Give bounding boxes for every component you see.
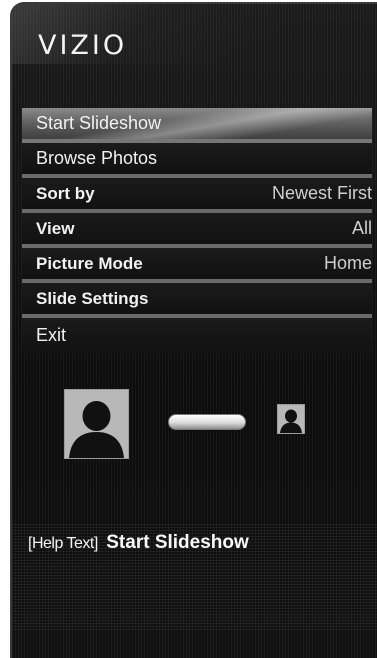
- menu-item-exit[interactable]: Exit: [22, 318, 372, 353]
- menu-item-label: Sort by: [36, 183, 95, 203]
- menu-item-label: Browse Photos: [36, 148, 158, 168]
- menu-item-label: Slide Settings: [36, 288, 149, 308]
- photo-thumbnail-large[interactable]: [64, 389, 129, 459]
- menu-item-browse-photos[interactable]: Browse Photos: [22, 143, 372, 178]
- menu-item-start-slideshow[interactable]: Start Slideshow: [22, 108, 372, 143]
- help-text-prefix: [Help Text]: [28, 535, 98, 552]
- menu-item-picture-mode[interactable]: Picture Mode Home: [22, 248, 372, 283]
- brand-logo: VIZIO: [38, 30, 128, 61]
- photo-thumbnail-small[interactable]: [277, 404, 305, 434]
- photo-menu-panel: VIZIO Start Slideshow Browse Photos Sort…: [10, 2, 377, 658]
- help-text-area: [Help Text] Start Slideshow: [12, 524, 377, 630]
- photo-menu: Start Slideshow Browse Photos Sort by Ne…: [22, 108, 372, 353]
- menu-item-label: Start Slideshow: [36, 113, 162, 133]
- sort-by-value: Newest First: [271, 183, 372, 203]
- picture-mode-value: Home: [323, 253, 372, 273]
- menu-item-slide-settings[interactable]: Slide Settings: [22, 283, 372, 318]
- menu-item-label: Picture Mode: [36, 253, 143, 273]
- person-silhouette-icon: [278, 405, 304, 433]
- help-text: Start Slideshow: [106, 532, 249, 553]
- menu-item-view[interactable]: View All: [22, 213, 372, 248]
- view-value: All: [351, 218, 372, 238]
- photo-preview-strip: [12, 389, 377, 459]
- slideshow-progress-indicator: [168, 414, 246, 430]
- menu-item-label: Exit: [36, 325, 67, 345]
- person-silhouette-icon: [65, 390, 128, 458]
- menu-item-label: View: [36, 218, 75, 238]
- menu-item-sort-by[interactable]: Sort by Newest First: [22, 178, 372, 213]
- help-line: [Help Text] Start Slideshow: [28, 532, 249, 554]
